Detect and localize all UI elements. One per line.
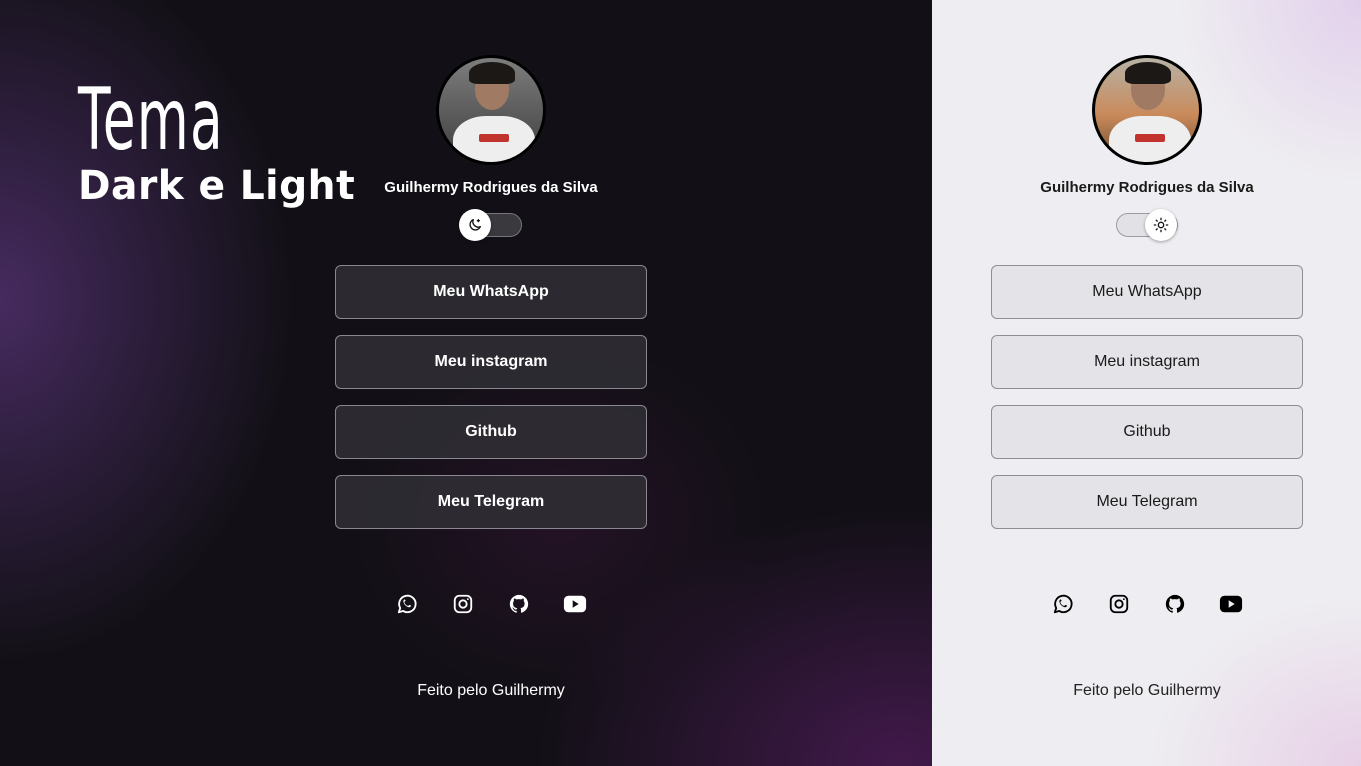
- telegram-link-button[interactable]: Meu Telegram: [991, 475, 1303, 529]
- avatar-hair: [469, 62, 515, 84]
- moon-icon: [469, 219, 481, 231]
- headline: Tema Dark e Light: [78, 70, 361, 208]
- headline-subtitle: Dark e Light: [78, 163, 356, 209]
- instagram-icon[interactable]: [451, 592, 475, 616]
- link-list: Meu WhatsApp Meu instagram Github Meu Te…: [335, 265, 647, 545]
- youtube-icon[interactable]: [1219, 592, 1243, 616]
- link-list: Meu WhatsApp Meu instagram Github Meu Te…: [991, 265, 1303, 545]
- headline-title: Tema: [78, 70, 224, 170]
- github-icon[interactable]: [507, 592, 531, 616]
- social-icons: [1051, 592, 1243, 618]
- whatsapp-icon[interactable]: [395, 592, 419, 616]
- profile-name: Guilhermy Rodrigues da Silva: [384, 179, 598, 196]
- youtube-icon[interactable]: [563, 592, 587, 616]
- profile-name: Guilhermy Rodrigues da Silva: [1040, 179, 1254, 196]
- theme-toggle[interactable]: [459, 209, 522, 241]
- whatsapp-icon[interactable]: [1051, 592, 1075, 616]
- dark-theme-preview: Tema Dark e Light Guilhermy Rodrigues da…: [0, 0, 932, 766]
- toggle-knob[interactable]: [1145, 209, 1177, 241]
- social-icons: [395, 592, 587, 618]
- footer-credit: Feito pelo Guilhermy: [417, 682, 565, 699]
- toggle-knob[interactable]: [459, 209, 491, 241]
- avatar: [436, 55, 546, 165]
- avatar-hair: [1125, 62, 1171, 84]
- footer-credit: Feito pelo Guilhermy: [1073, 682, 1221, 699]
- telegram-link-button[interactable]: Meu Telegram: [335, 475, 647, 529]
- whatsapp-link-button[interactable]: Meu WhatsApp: [991, 265, 1303, 319]
- github-icon[interactable]: [1163, 592, 1187, 616]
- sun-icon: [1153, 217, 1169, 233]
- instagram-icon[interactable]: [1107, 592, 1131, 616]
- github-link-button[interactable]: Github: [335, 405, 647, 459]
- github-link-button[interactable]: Github: [991, 405, 1303, 459]
- theme-toggle[interactable]: [1116, 209, 1178, 241]
- avatar: [1092, 55, 1202, 165]
- whatsapp-link-button[interactable]: Meu WhatsApp: [335, 265, 647, 319]
- avatar-shirt-logo: [479, 134, 509, 142]
- light-theme-preview: Guilhermy Rodrigues da Silva Meu WhatsAp…: [932, 0, 1361, 766]
- instagram-link-button[interactable]: Meu instagram: [991, 335, 1303, 389]
- instagram-link-button[interactable]: Meu instagram: [335, 335, 647, 389]
- avatar-shirt-logo: [1135, 134, 1165, 142]
